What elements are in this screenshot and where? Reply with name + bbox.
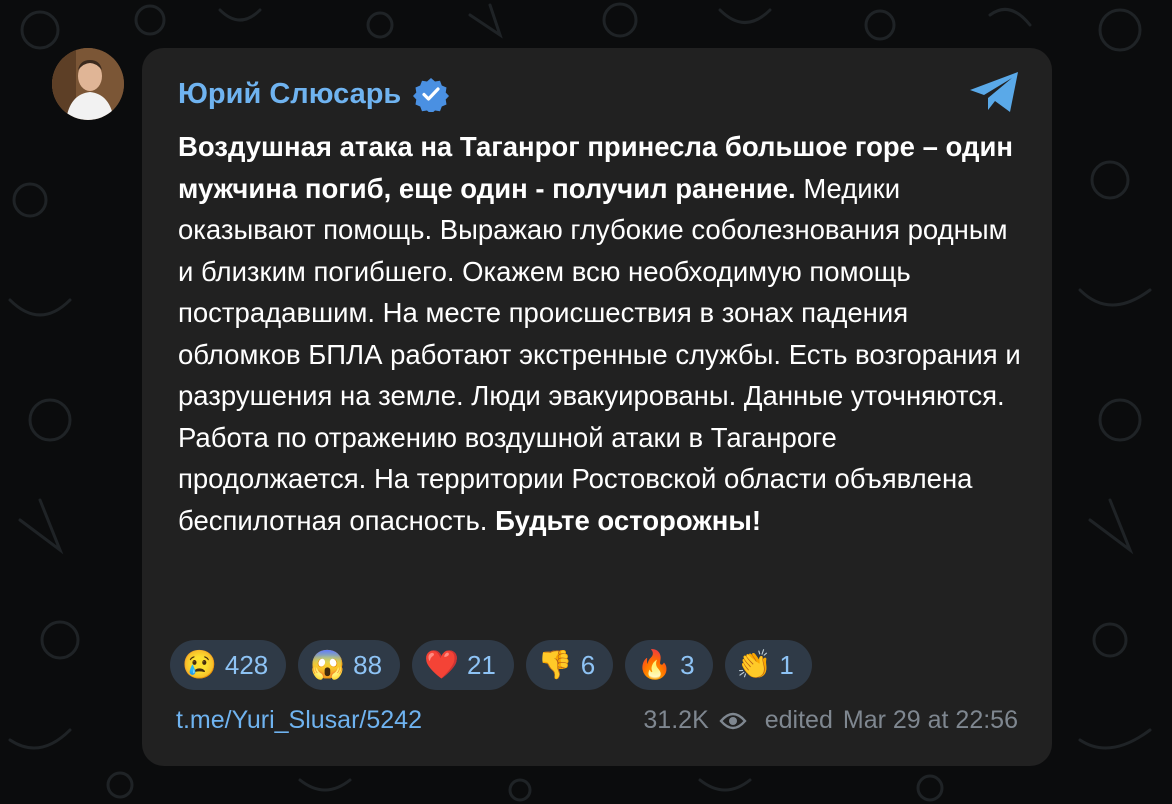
- heart-icon: ❤️: [424, 649, 459, 680]
- eye-icon: [719, 712, 747, 729]
- reaction-scream[interactable]: 😱 88: [298, 640, 401, 690]
- channel-title[interactable]: Юрий Слюсарь: [178, 74, 450, 114]
- message-body: Медики оказывают помощь. Выражаю глубоки…: [178, 172, 1021, 536]
- reaction-fire[interactable]: 🔥 3: [625, 640, 713, 690]
- reaction-count: 6: [580, 649, 596, 680]
- reaction-count: 428: [224, 649, 269, 680]
- edited-label: edited: [764, 706, 833, 734]
- channel-avatar[interactable]: [52, 48, 124, 120]
- verified-badge-icon: [413, 78, 450, 112]
- post-link[interactable]: t.me/Yuri_Slusar/5242: [176, 706, 422, 735]
- reaction-count: 88: [353, 649, 383, 680]
- reaction-heart[interactable]: ❤️ 21: [412, 640, 514, 690]
- reactions-bar: 😢 428 😱 88 ❤️ 21 👎 6 🔥 3 👏 1: [170, 640, 812, 690]
- clapping-hands-icon: 👏: [736, 649, 772, 680]
- author-name: Юрий Слюсарь: [178, 77, 402, 110]
- message-bubble: Юрий Слюсарь Воздушная атака на Таганрог…: [142, 48, 1052, 766]
- message-bold-outro: Будьте осторожны!: [495, 504, 762, 536]
- reaction-count: 3: [680, 649, 695, 680]
- reaction-thumbs-down[interactable]: 👎 6: [525, 640, 614, 690]
- view-count: 31.2K: [643, 706, 709, 734]
- fire-icon: 🔥: [637, 649, 673, 680]
- thumbs-down-icon: 👎: [537, 649, 573, 680]
- message-timestamp: Mar 29 at 22:56: [842, 706, 1018, 734]
- message-meta: 31.2K edited Mar 29 at 22:56: [643, 706, 1018, 735]
- reaction-crying[interactable]: 😢 428: [170, 640, 287, 690]
- telegram-logo-icon[interactable]: [968, 70, 1022, 114]
- reaction-count: 21: [466, 649, 496, 680]
- message-text: Воздушная атака на Таганрог принесла бол…: [178, 126, 1026, 541]
- crying-face-icon: 😢: [182, 649, 217, 680]
- reaction-clap[interactable]: 👏 1: [724, 640, 812, 690]
- screaming-face-icon: 😱: [310, 649, 346, 680]
- reaction-count: 1: [779, 649, 794, 680]
